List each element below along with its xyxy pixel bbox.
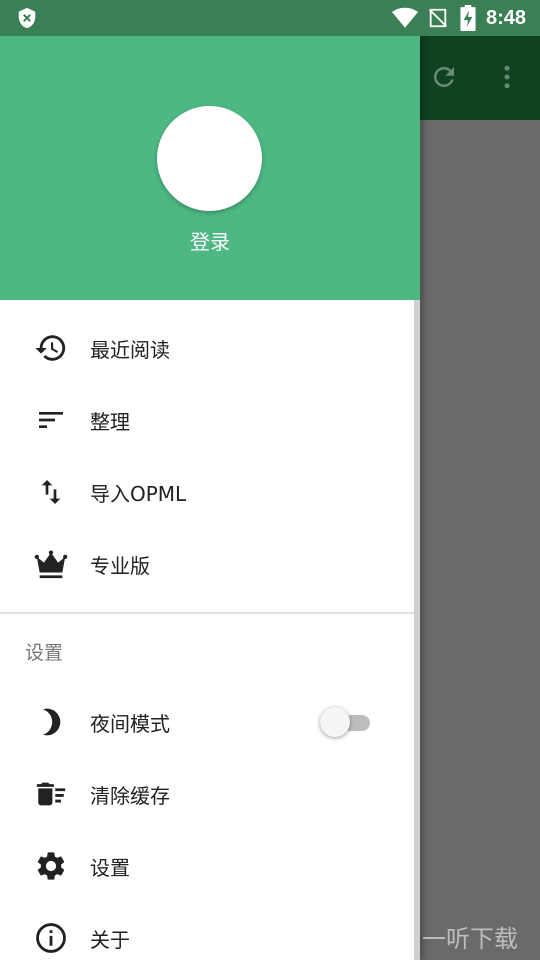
menu-label: 专业版 [90,553,150,578]
battery-charging-icon [460,0,476,36]
menu-label: 夜间模式 [90,711,170,736]
menu-label: 导入OPML [90,481,187,506]
menu-item-about[interactable]: 关于 [0,902,420,960]
menu-item-recent-reading[interactable]: 最近阅读 [0,312,420,384]
night-mode-toggle[interactable] [320,707,372,737]
status-time: 8:48 [486,6,527,29]
wifi-icon [392,0,418,36]
gear-icon [32,847,70,885]
login-label[interactable]: 登录 [0,226,420,255]
screen: 8:48 登录 最近阅读 整理 导入OPML 专业版 设置 夜间模式 清除缓存 … [0,0,540,960]
menu-item-night-mode[interactable]: 夜间模式 [0,686,420,758]
watermark: 听 一听下载 [380,912,540,960]
history-icon [32,329,70,367]
watermark-text: 一听下载 [422,924,518,953]
divider [0,612,420,614]
status-bar: 8:48 [0,0,540,36]
drawer-header: 登录 [0,36,420,300]
menu-label: 最近阅读 [90,337,170,362]
avatar[interactable] [157,106,262,211]
no-signal-icon [427,0,449,36]
moon-icon [32,703,70,741]
menu-item-pro-version[interactable]: 专业版 [0,528,420,600]
menu-item-settings[interactable]: 设置 [0,830,420,902]
delete-sweep-icon [32,775,70,813]
import-export-icon [32,473,70,511]
more-vert-icon[interactable] [492,62,522,92]
menu-item-organize[interactable]: 整理 [0,384,420,456]
drawer-scrollbar[interactable] [414,300,420,960]
watermark-logo: 听 [380,919,414,953]
menu-item-import-opml[interactable]: 导入OPML [0,456,420,528]
menu-label: 整理 [90,409,130,434]
sort-icon [32,401,70,439]
menu-item-clear-cache[interactable]: 清除缓存 [0,758,420,830]
toggle-thumb [320,707,350,737]
menu-label: 清除缓存 [90,783,170,808]
shield-icon [16,0,38,36]
settings-section-header: 设置 [25,642,64,664]
info-icon [32,919,70,957]
menu-label: 设置 [90,855,130,880]
refresh-icon[interactable] [429,62,459,92]
crown-icon [32,545,70,583]
navigation-drawer: 登录 最近阅读 整理 导入OPML 专业版 设置 夜间模式 清除缓存 设置 关于 [0,0,420,960]
menu-label: 关于 [90,927,130,952]
